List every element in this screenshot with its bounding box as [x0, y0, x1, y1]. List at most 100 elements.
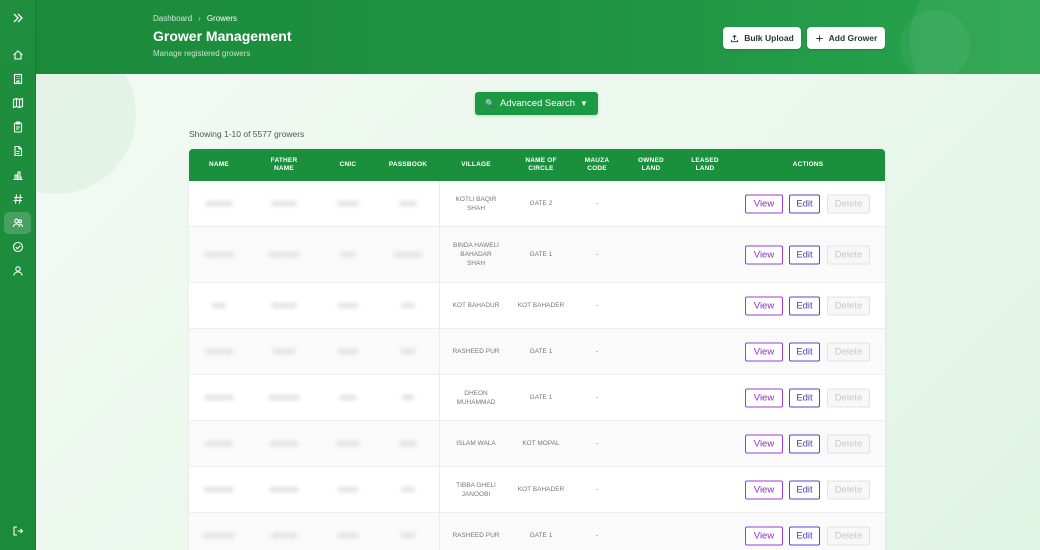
redacted-text: [271, 533, 297, 538]
table-header: NAME FATHER NAME CNIC PASSBOOK VILLAGE N…: [189, 149, 885, 181]
double-chevron-right-icon: [13, 13, 23, 23]
cell-mauza-code: -: [595, 394, 599, 401]
edit-button[interactable]: Edit: [789, 296, 820, 315]
column-header-leased-land[interactable]: LEASED LAND: [685, 149, 725, 181]
cell-circle: GATE 1: [529, 348, 553, 355]
cell-circle: KOT BAHADER: [517, 486, 565, 493]
column-header-mauza-code[interactable]: MAUZA CODE: [579, 149, 615, 181]
sidebar-item-map[interactable]: [4, 92, 31, 114]
view-button[interactable]: View: [745, 480, 783, 499]
hash-icon: [13, 194, 22, 204]
view-button[interactable]: View: [745, 526, 783, 545]
redacted-text: [203, 533, 235, 538]
cell-mauza-code: -: [595, 486, 599, 493]
cell-cnic-redacted: [327, 513, 369, 550]
sidebar-item-home[interactable]: [4, 44, 31, 66]
chevron-down-icon: ▼: [580, 99, 588, 108]
redacted-text: [394, 252, 422, 257]
edit-button[interactable]: Edit: [789, 434, 820, 453]
page-subtitle: Manage registered growers: [153, 49, 251, 58]
edit-button[interactable]: Edit: [789, 245, 820, 264]
cell-passbook-redacted: [384, 283, 432, 328]
cell-owned-land: [631, 227, 671, 282]
view-button[interactable]: View: [745, 194, 783, 213]
sidebar-item-profile[interactable]: [4, 260, 31, 282]
cell-leased-land: [685, 375, 725, 420]
redacted-text: [401, 487, 415, 492]
cell-cnic-redacted: [327, 375, 369, 420]
cell-passbook-redacted: [384, 421, 432, 466]
cell-village: DHEON MUHAMMAD: [456, 389, 496, 406]
delete-button: Delete: [827, 245, 870, 264]
cell-mauza-code: -: [595, 348, 599, 355]
edit-button[interactable]: Edit: [789, 194, 820, 213]
view-button[interactable]: View: [745, 245, 783, 264]
table-row: RASHEED PUR GATE 1 - View Edit Delete: [189, 513, 885, 550]
column-header-father-name[interactable]: FATHER NAME: [261, 149, 307, 181]
column-header-cnic[interactable]: CNIC: [329, 149, 367, 181]
home-icon: [12, 50, 23, 60]
advanced-search-button[interactable]: 🔍 Advanced Search ▼: [475, 92, 598, 115]
edit-button[interactable]: Edit: [789, 342, 820, 361]
column-header-owned-land[interactable]: OWNED LAND: [631, 149, 671, 181]
sidebar-item-approvals[interactable]: [4, 236, 31, 258]
column-header-passbook[interactable]: PASSBOOK: [384, 149, 432, 181]
cell-name-redacted: [199, 467, 239, 512]
redacted-text: [399, 441, 417, 446]
cell-name-redacted: [199, 283, 239, 328]
sidebar-item-chart[interactable]: [4, 164, 31, 186]
cell-owned-land: [631, 421, 671, 466]
redacted-text: [268, 252, 300, 257]
logout-button[interactable]: [4, 520, 31, 542]
column-divider: [439, 227, 440, 282]
bulk-upload-label: Bulk Upload: [744, 33, 794, 43]
cell-circle: KOT MOPAL: [522, 440, 560, 447]
breadcrumb-dashboard[interactable]: Dashboard: [153, 14, 192, 23]
expand-sidebar-button[interactable]: [4, 7, 31, 29]
document-icon: [13, 145, 22, 157]
add-grower-button[interactable]: Add Grower: [807, 27, 885, 49]
cell-leased-land: [685, 283, 725, 328]
chart-icon: [13, 171, 22, 181]
delete-button: Delete: [827, 526, 870, 545]
view-button[interactable]: View: [745, 388, 783, 407]
edit-button[interactable]: Edit: [789, 388, 820, 407]
cell-village: BINDA HAWELI BAHADAR SHAH: [453, 242, 499, 267]
growers-table: NAME FATHER NAME CNIC PASSBOOK VILLAGE N…: [189, 149, 885, 550]
plus-icon: [816, 34, 823, 42]
cell-father-name-redacted: [261, 181, 307, 226]
redacted-text: [336, 441, 360, 446]
redacted-text: [401, 303, 415, 308]
cell-cnic-redacted: [327, 421, 369, 466]
sidebar-item-hash[interactable]: [4, 188, 31, 210]
cell-father-name-redacted: [261, 227, 307, 282]
cell-passbook-redacted: [384, 227, 432, 282]
cell-mauza-code: -: [595, 532, 599, 539]
table-row: KOTLI BAQIR SHAH GATE 2 - View Edit Delete: [189, 181, 885, 227]
table-row: BINDA HAWELI BAHADAR SHAH GATE 1 - View Edit…: [189, 227, 885, 283]
redacted-text: [205, 201, 233, 206]
view-button[interactable]: View: [745, 434, 783, 453]
sidebar-item-clipboard[interactable]: [4, 116, 31, 138]
view-button[interactable]: View: [745, 342, 783, 361]
edit-button[interactable]: Edit: [789, 480, 820, 499]
cell-father-name-redacted: [261, 467, 307, 512]
column-header-name[interactable]: NAME: [199, 149, 239, 181]
bulk-upload-button[interactable]: Bulk Upload: [723, 27, 801, 49]
delete-button: Delete: [827, 434, 870, 453]
cell-name-redacted: [199, 375, 239, 420]
cell-village: TIBBA GHELI JANOOBI: [456, 481, 496, 498]
cell-owned-land: [631, 283, 671, 328]
sidebar-item-document[interactable]: [4, 140, 31, 162]
sidebar-item-growers[interactable]: [4, 212, 31, 234]
column-header-actions: ACTIONS: [792, 161, 824, 168]
view-button[interactable]: View: [745, 296, 783, 315]
sidebar-item-building[interactable]: [4, 68, 31, 90]
edit-button[interactable]: Edit: [789, 526, 820, 545]
redacted-text: [339, 395, 357, 400]
column-header-name-of-circle[interactable]: NAME OF CIRCLE: [519, 149, 563, 181]
column-header-village[interactable]: VILLAGE: [454, 149, 498, 181]
redacted-text: [268, 395, 300, 400]
redacted-text: [338, 487, 358, 492]
redacted-text: [204, 252, 234, 257]
